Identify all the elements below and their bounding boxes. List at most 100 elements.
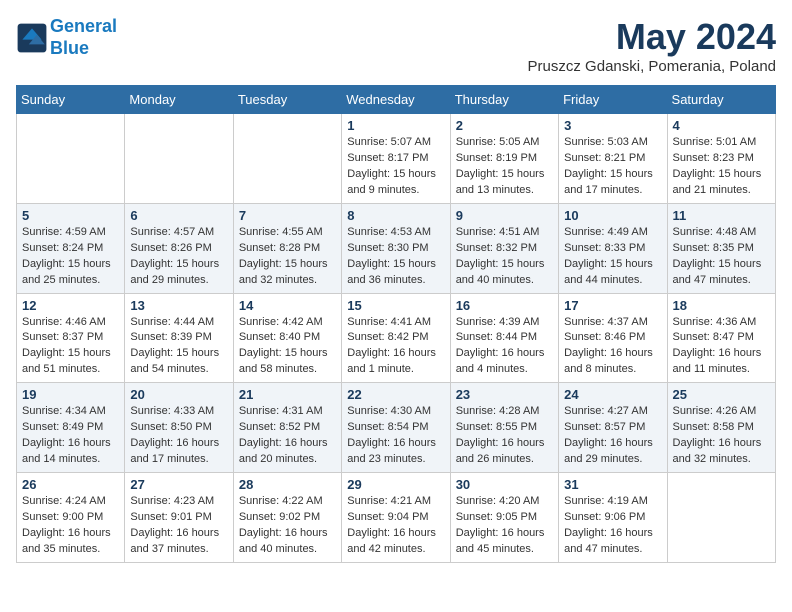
calendar-cell: 14Sunrise: 4:42 AM Sunset: 8:40 PM Dayli… [233, 293, 341, 383]
calendar-cell: 12 Sunrise: 4:46 AM Sunset: 8:37 PM Dayli… [17, 293, 125, 383]
day-number: 14 [239, 298, 336, 313]
calendar-cell [17, 114, 125, 204]
day-number: 2 [456, 118, 553, 133]
day-number: 23 [456, 387, 553, 402]
day-info: Sunrise: 4:57 AM Sunset: 8:26 PM Dayligh… [130, 225, 227, 289]
month-title: May 2024 [528, 16, 776, 58]
calendar-cell: 26Sunrise: 4:24 AM Sunset: 9:00 PM Dayli… [17, 473, 125, 563]
day-info: Sunrise: 4:30 AM Sunset: 8:54 PM Dayligh… [347, 404, 444, 468]
day-info: Sunrise: 5:03 AM Sunset: 8:21 PM Dayligh… [564, 135, 661, 199]
day-number: 31 [564, 477, 661, 492]
day-number: 30 [456, 477, 553, 492]
day-number: 4 [673, 118, 770, 133]
calendar-cell: 25 Sunrise: 4:26 AM Sunset: 8:58 PM Dayli… [667, 383, 775, 473]
logo: General Blue [16, 16, 117, 59]
day-number: 6 [130, 208, 227, 223]
calendar-week-row: 12 Sunrise: 4:46 AM Sunset: 8:37 PM Dayli… [17, 293, 776, 383]
day-number: 19 [22, 387, 119, 402]
day-info: Sunrise: 4:41 AM Sunset: 8:42 PM Dayligh… [347, 315, 444, 379]
calendar-cell: 4 Sunrise: 5:01 AM Sunset: 8:23 PM Daylig… [667, 114, 775, 204]
location: Pruszcz Gdanski, Pomerania, Poland [528, 58, 776, 75]
day-info: Sunrise: 4:33 AM Sunset: 8:50 PM Dayligh… [130, 404, 227, 468]
day-number: 1 [347, 118, 444, 133]
calendar-cell: 3 Sunrise: 5:03 AM Sunset: 8:21 PM Daylig… [559, 114, 667, 204]
day-info: Sunrise: 5:05 AM Sunset: 8:19 PM Dayligh… [456, 135, 553, 199]
day-info: Sunrise: 4:21 AM Sunset: 9:04 PM Dayligh… [347, 494, 444, 558]
calendar-cell [125, 114, 233, 204]
day-info: Sunrise: 4:19 AM Sunset: 9:06 PM Dayligh… [564, 494, 661, 558]
calendar-cell: 6 Sunrise: 4:57 AM Sunset: 8:26 PM Daylig… [125, 203, 233, 293]
calendar-cell: 19 Sunrise: 4:34 AM Sunset: 8:49 PM Dayli… [17, 383, 125, 473]
calendar-cell: 20Sunrise: 4:33 AM Sunset: 8:50 PM Dayli… [125, 383, 233, 473]
calendar-cell: 11Sunrise: 4:48 AM Sunset: 8:35 PM Dayli… [667, 203, 775, 293]
day-number: 25 [673, 387, 770, 402]
day-info: Sunrise: 4:27 AM Sunset: 8:57 PM Dayligh… [564, 404, 661, 468]
calendar-cell: 5Sunrise: 4:59 AM Sunset: 8:24 PM Daylig… [17, 203, 125, 293]
day-info: Sunrise: 4:20 AM Sunset: 9:05 PM Dayligh… [456, 494, 553, 558]
day-number: 22 [347, 387, 444, 402]
weekday-header: Wednesday [342, 86, 450, 114]
day-info: Sunrise: 4:44 AM Sunset: 8:39 PM Dayligh… [130, 315, 227, 379]
calendar-cell: 13 Sunrise: 4:44 AM Sunset: 8:39 PM Dayli… [125, 293, 233, 383]
calendar-cell: 21Sunrise: 4:31 AM Sunset: 8:52 PM Dayli… [233, 383, 341, 473]
day-number: 3 [564, 118, 661, 133]
page-header: General Blue May 2024 Pruszcz Gdanski, P… [16, 16, 776, 75]
weekday-header: Tuesday [233, 86, 341, 114]
calendar-week-row: 1Sunrise: 5:07 AM Sunset: 8:17 PM Daylig… [17, 114, 776, 204]
calendar-week-row: 19 Sunrise: 4:34 AM Sunset: 8:49 PM Dayli… [17, 383, 776, 473]
calendar-cell: 18 Sunrise: 4:36 AM Sunset: 8:47 PM Dayli… [667, 293, 775, 383]
day-info: Sunrise: 4:59 AM Sunset: 8:24 PM Dayligh… [22, 225, 119, 289]
day-info: Sunrise: 4:36 AM Sunset: 8:47 PM Dayligh… [673, 315, 770, 379]
calendar-cell: 10Sunrise: 4:49 AM Sunset: 8:33 PM Dayli… [559, 203, 667, 293]
day-info: Sunrise: 4:23 AM Sunset: 9:01 PM Dayligh… [130, 494, 227, 558]
day-number: 18 [673, 298, 770, 313]
weekday-header: Friday [559, 86, 667, 114]
day-number: 8 [347, 208, 444, 223]
day-info: Sunrise: 4:28 AM Sunset: 8:55 PM Dayligh… [456, 404, 553, 468]
calendar-cell: 8 Sunrise: 4:53 AM Sunset: 8:30 PM Daylig… [342, 203, 450, 293]
logo-icon [16, 22, 48, 54]
day-number: 12 [22, 298, 119, 313]
day-info: Sunrise: 4:51 AM Sunset: 8:32 PM Dayligh… [456, 225, 553, 289]
calendar-week-row: 26Sunrise: 4:24 AM Sunset: 9:00 PM Dayli… [17, 473, 776, 563]
calendar-cell [233, 114, 341, 204]
calendar-cell: 1Sunrise: 5:07 AM Sunset: 8:17 PM Daylig… [342, 114, 450, 204]
day-number: 26 [22, 477, 119, 492]
logo-line2: Blue [50, 38, 89, 58]
calendar-cell: 30 Sunrise: 4:20 AM Sunset: 9:05 PM Dayli… [450, 473, 558, 563]
calendar-cell: 22 Sunrise: 4:30 AM Sunset: 8:54 PM Dayli… [342, 383, 450, 473]
day-number: 13 [130, 298, 227, 313]
calendar-cell: 17Sunrise: 4:37 AM Sunset: 8:46 PM Dayli… [559, 293, 667, 383]
day-number: 29 [347, 477, 444, 492]
day-info: Sunrise: 4:46 AM Sunset: 8:37 PM Dayligh… [22, 315, 119, 379]
day-info: Sunrise: 5:01 AM Sunset: 8:23 PM Dayligh… [673, 135, 770, 199]
calendar-cell: 31 Sunrise: 4:19 AM Sunset: 9:06 PM Dayli… [559, 473, 667, 563]
calendar-cell: 9Sunrise: 4:51 AM Sunset: 8:32 PM Daylig… [450, 203, 558, 293]
day-number: 28 [239, 477, 336, 492]
day-info: Sunrise: 4:55 AM Sunset: 8:28 PM Dayligh… [239, 225, 336, 289]
logo-line1: General [50, 16, 117, 36]
calendar-header-row: SundayMondayTuesdayWednesdayThursdayFrid… [17, 86, 776, 114]
calendar-table: SundayMondayTuesdayWednesdayThursdayFrid… [16, 85, 776, 563]
day-info: Sunrise: 4:53 AM Sunset: 8:30 PM Dayligh… [347, 225, 444, 289]
calendar-week-row: 5Sunrise: 4:59 AM Sunset: 8:24 PM Daylig… [17, 203, 776, 293]
day-number: 24 [564, 387, 661, 402]
day-info: Sunrise: 4:48 AM Sunset: 8:35 PM Dayligh… [673, 225, 770, 289]
day-number: 10 [564, 208, 661, 223]
calendar-cell: 28 Sunrise: 4:22 AM Sunset: 9:02 PM Dayli… [233, 473, 341, 563]
day-info: Sunrise: 4:22 AM Sunset: 9:02 PM Dayligh… [239, 494, 336, 558]
weekday-header: Monday [125, 86, 233, 114]
day-info: Sunrise: 4:34 AM Sunset: 8:49 PM Dayligh… [22, 404, 119, 468]
calendar-cell: 24 Sunrise: 4:27 AM Sunset: 8:57 PM Dayli… [559, 383, 667, 473]
weekday-header: Thursday [450, 86, 558, 114]
calendar-cell [667, 473, 775, 563]
calendar-cell: 7 Sunrise: 4:55 AM Sunset: 8:28 PM Daylig… [233, 203, 341, 293]
calendar-cell: 15Sunrise: 4:41 AM Sunset: 8:42 PM Dayli… [342, 293, 450, 383]
day-number: 27 [130, 477, 227, 492]
day-info: Sunrise: 4:26 AM Sunset: 8:58 PM Dayligh… [673, 404, 770, 468]
day-info: Sunrise: 4:39 AM Sunset: 8:44 PM Dayligh… [456, 315, 553, 379]
weekday-header: Saturday [667, 86, 775, 114]
day-number: 7 [239, 208, 336, 223]
calendar-cell: 23 Sunrise: 4:28 AM Sunset: 8:55 PM Dayli… [450, 383, 558, 473]
day-info: Sunrise: 4:37 AM Sunset: 8:46 PM Dayligh… [564, 315, 661, 379]
